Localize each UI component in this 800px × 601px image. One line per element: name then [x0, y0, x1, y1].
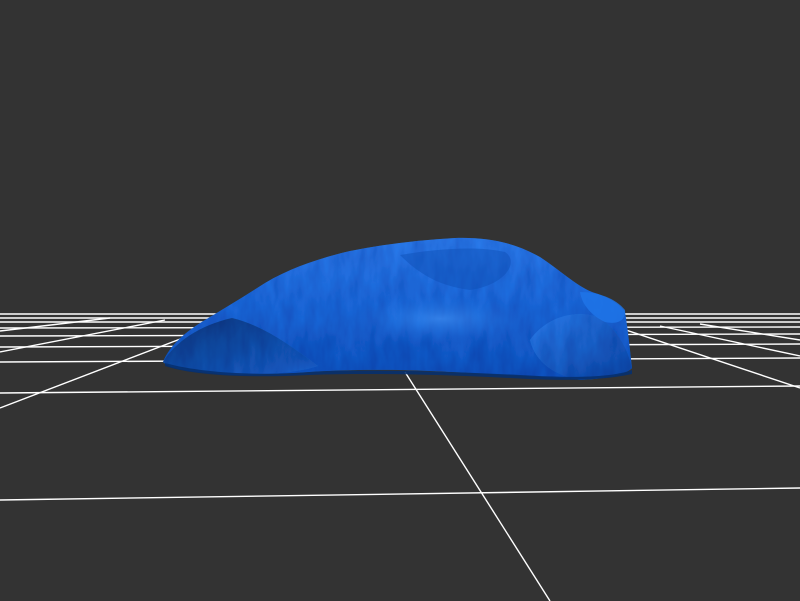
scene-canvas[interactable] [0, 0, 800, 601]
3d-viewport[interactable] [0, 0, 800, 601]
